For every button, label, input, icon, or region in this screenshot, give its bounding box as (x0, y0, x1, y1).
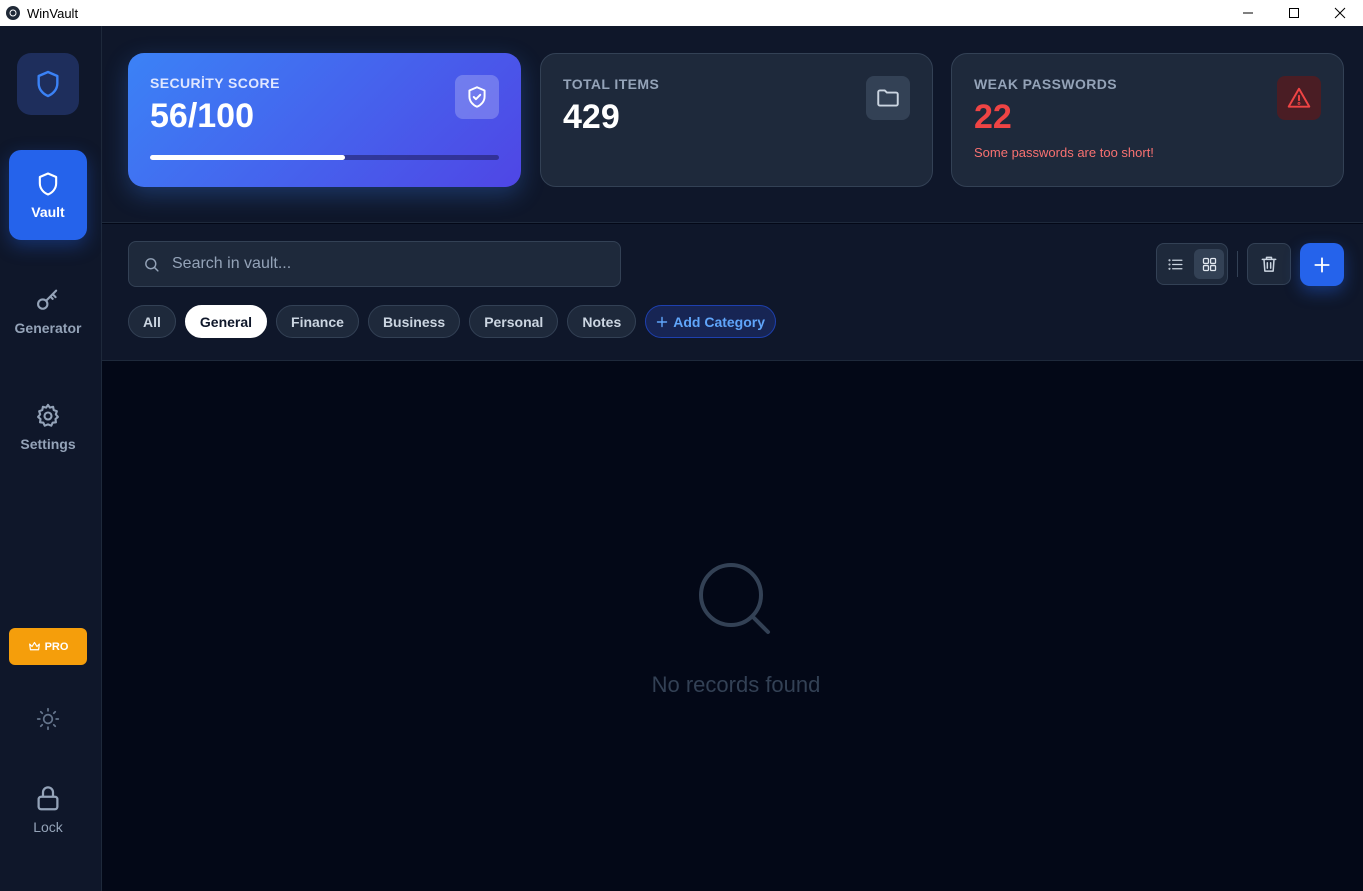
window-title: WinVault (27, 5, 79, 21)
empty-state-message: No records found (651, 672, 821, 697)
close-button[interactable] (1317, 0, 1363, 26)
sidebar-item-settings[interactable]: Settings (9, 382, 87, 472)
security-score-value: 56/100 (150, 97, 254, 135)
lock-icon (37, 786, 59, 811)
pro-upgrade-button[interactable]: PRO (9, 628, 87, 665)
category-chip-all[interactable]: All (128, 305, 176, 338)
search-empty-icon (699, 563, 770, 634)
app-icon (6, 6, 20, 20)
list-icon (1167, 258, 1183, 270)
category-filter: All General Finance Business Personal No… (128, 305, 777, 338)
sidebar-item-label: Vault (31, 204, 65, 220)
shield-check-icon (455, 75, 499, 119)
theme-toggle-button[interactable] (34, 705, 62, 733)
grid-view-button[interactable] (1194, 249, 1224, 279)
add-category-button[interactable]: Add Category (645, 305, 777, 338)
grid-icon (1202, 257, 1216, 271)
title-bar: WinVault (0, 0, 1363, 26)
security-score-card: SECURİTY SCORE 56/100 (128, 53, 521, 187)
folder-icon (866, 76, 910, 120)
crown-icon (28, 641, 40, 651)
search-icon (145, 257, 159, 272)
sun-icon (36, 707, 60, 731)
view-toggle (1156, 243, 1228, 285)
shield-icon (38, 172, 58, 196)
weak-passwords-card: WEAK PASSWORDS 22 Some passwords are too… (951, 53, 1344, 187)
security-progress-bar (150, 155, 499, 160)
add-item-button[interactable] (1300, 243, 1344, 286)
warning-icon (1277, 76, 1321, 120)
trash-icon (1261, 256, 1277, 272)
search-box[interactable] (128, 241, 621, 287)
lock-button[interactable]: Lock (9, 774, 87, 844)
plus-icon (657, 316, 668, 327)
gear-icon (37, 403, 59, 427)
app-logo (17, 53, 79, 115)
weak-passwords-note: Some passwords are too short! (974, 145, 1154, 160)
category-chip-business[interactable]: Business (367, 305, 461, 338)
total-items-value: 429 (563, 98, 620, 136)
security-progress-fill (150, 155, 346, 160)
sidebar-item-vault[interactable]: Vault (9, 150, 87, 240)
trash-button[interactable] (1247, 243, 1291, 285)
lock-label: Lock (33, 819, 63, 835)
minimize-button[interactable] (1225, 0, 1271, 26)
key-icon (37, 289, 58, 310)
category-chip-notes[interactable]: Notes (567, 305, 637, 338)
pro-label: PRO (44, 640, 69, 653)
stats-header: SECURİTY SCORE 56/100 TOTAL ITEMS 429 WE… (102, 26, 1363, 223)
sidebar-item-label: Generator (14, 320, 82, 336)
toolbar-divider (1237, 251, 1238, 277)
vault-toolbar: All General Finance Business Personal No… (102, 224, 1363, 361)
sidebar-item-label: Settings (20, 436, 76, 452)
sidebar: Vault Generator Settings PRO Lock (0, 26, 102, 891)
add-category-label: Add Category (673, 313, 766, 330)
list-view-button[interactable] (1160, 249, 1190, 279)
weak-passwords-label: WEAK PASSWORDS (974, 76, 1118, 92)
security-score-label: SECURİTY SCORE (150, 75, 280, 91)
shield-logo-icon (37, 70, 59, 98)
total-items-card: TOTAL ITEMS 429 (540, 53, 933, 187)
plus-icon (1314, 256, 1330, 273)
empty-state: No records found (102, 362, 1363, 891)
total-items-label: TOTAL ITEMS (563, 76, 660, 92)
category-chip-finance[interactable]: Finance (276, 305, 359, 338)
category-chip-general[interactable]: General (184, 305, 268, 338)
category-chip-personal[interactable]: Personal (469, 305, 559, 338)
weak-passwords-value: 22 (974, 98, 1012, 136)
search-input[interactable] (172, 255, 620, 273)
maximize-button[interactable] (1271, 0, 1317, 26)
sidebar-item-generator[interactable]: Generator (9, 266, 87, 356)
